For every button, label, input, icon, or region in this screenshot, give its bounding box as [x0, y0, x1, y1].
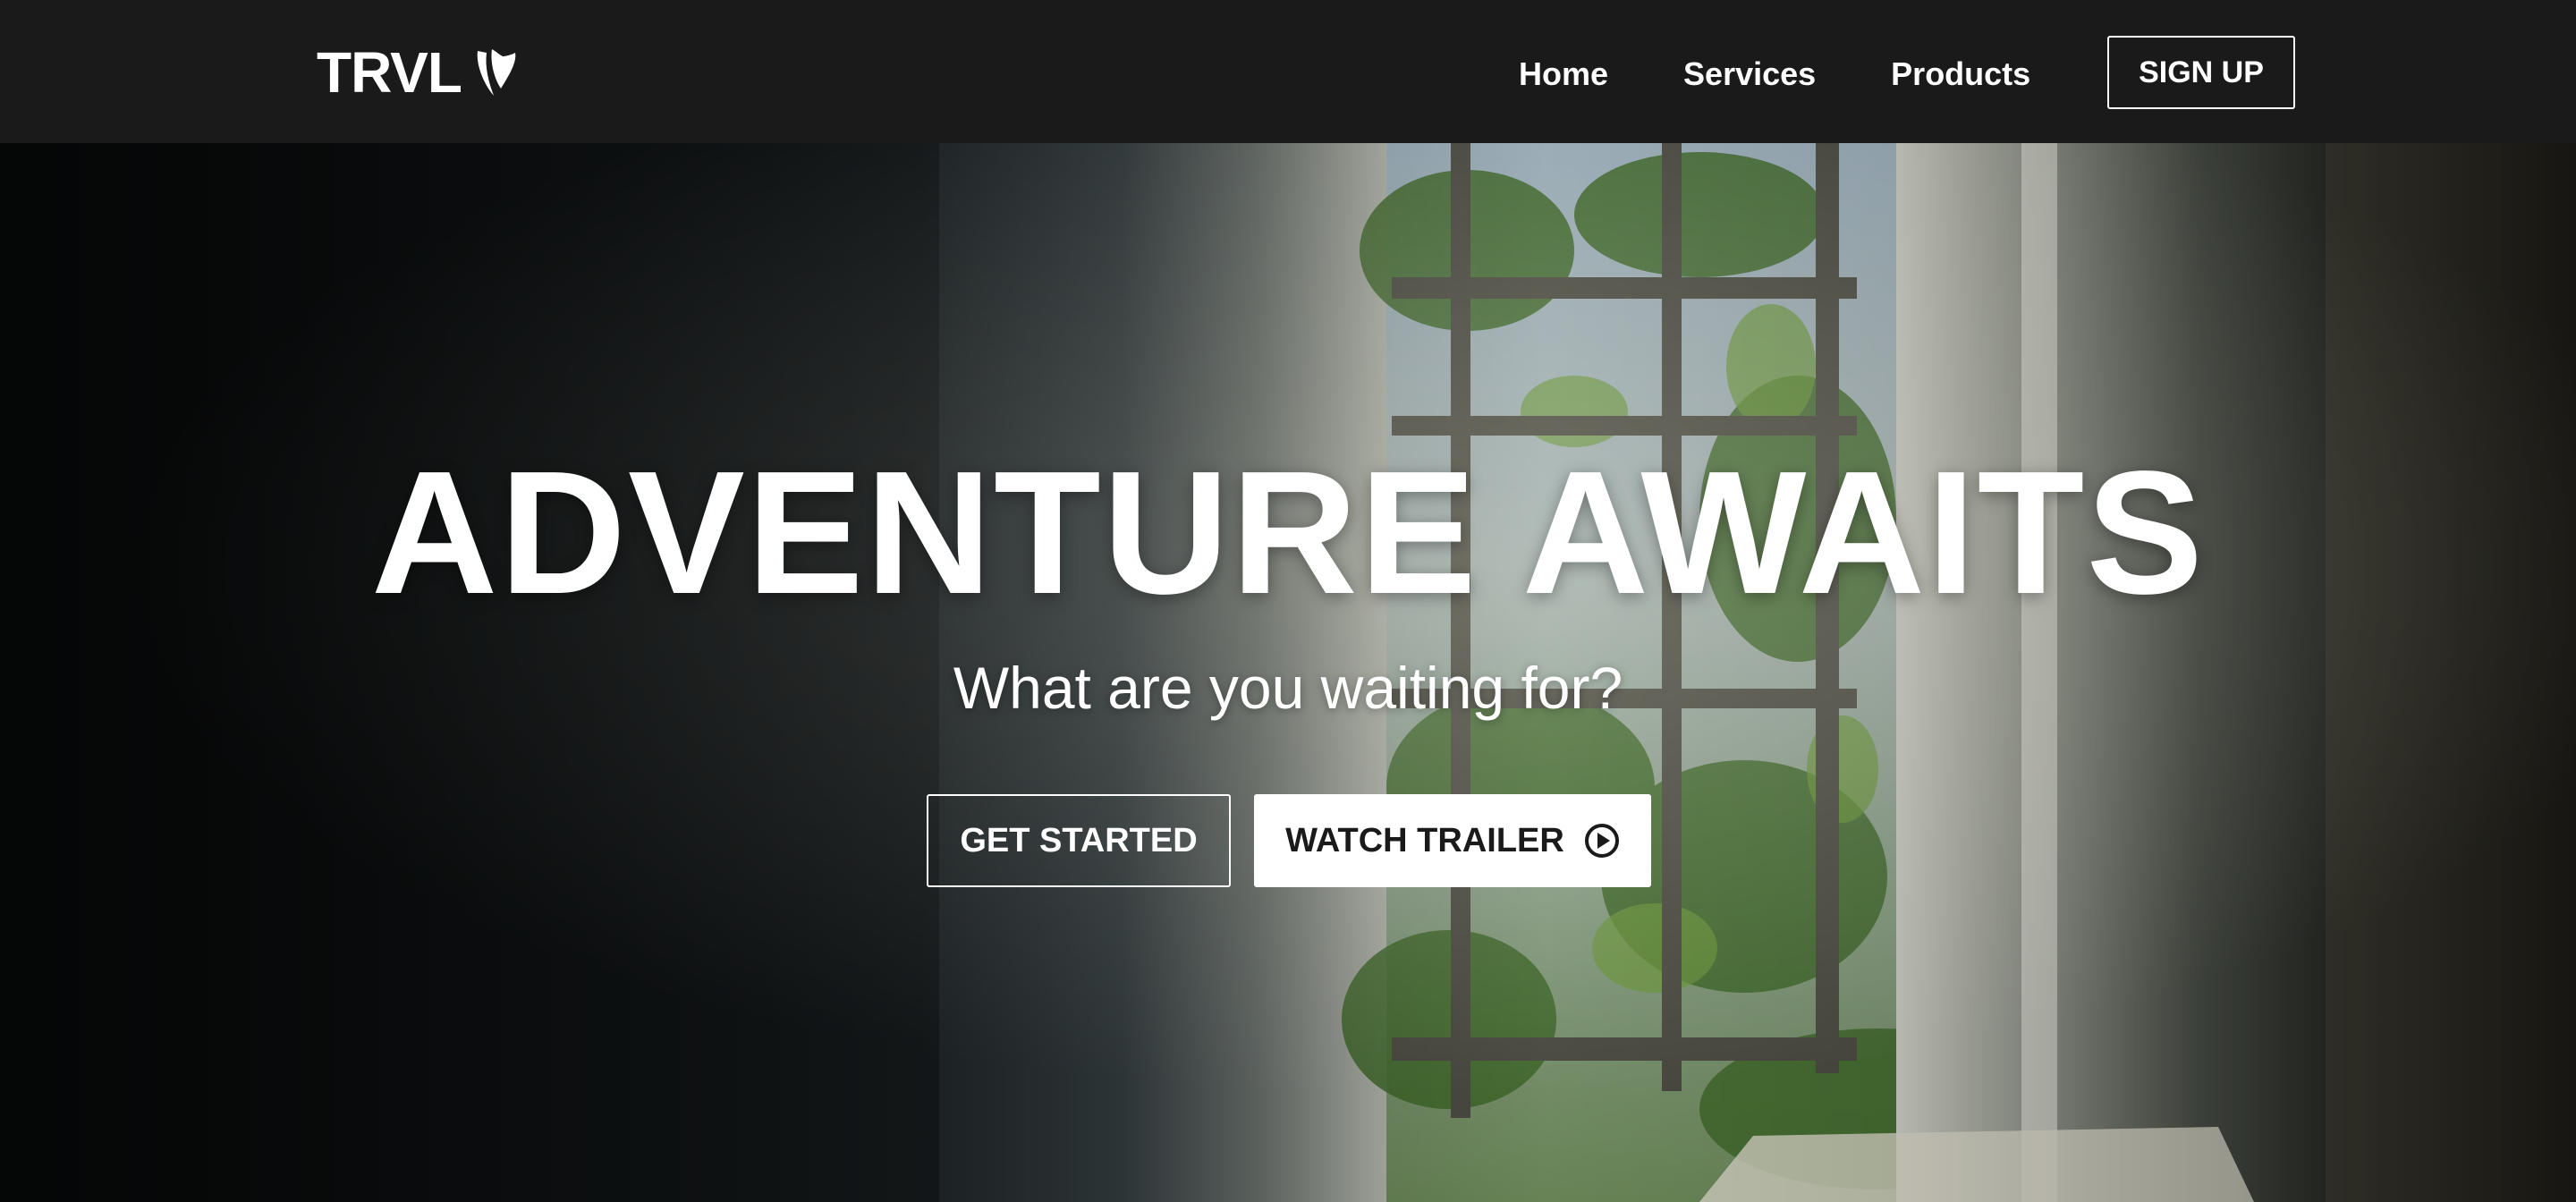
- nav-link-products[interactable]: Products: [1891, 55, 2030, 93]
- logo-text: TRVL: [317, 40, 462, 105]
- play-circle-icon: [1584, 823, 1620, 859]
- signup-button[interactable]: SIGN UP: [2107, 36, 2295, 109]
- typo3-shield-icon: [474, 47, 519, 97]
- nav-link-services[interactable]: Services: [1683, 55, 1816, 93]
- get-started-label: GET STARTED: [960, 821, 1198, 859]
- get-started-button[interactable]: GET STARTED: [927, 794, 1231, 887]
- navbar: TRVL Home Services Products SIGN UP: [0, 0, 2576, 143]
- hero-section: ADVENTURE AWAITS What are you waiting fo…: [0, 143, 2576, 1202]
- main-nav: Home Services Products: [1519, 52, 2030, 97]
- hero-actions: GET STARTED WATCH TRAILER: [927, 794, 1651, 887]
- nav-link-home[interactable]: Home: [1519, 55, 1608, 93]
- watch-trailer-label: WATCH TRAILER: [1285, 821, 1564, 859]
- hero-title: ADVENTURE AWAITS: [370, 435, 2206, 631]
- watch-trailer-button[interactable]: WATCH TRAILER: [1254, 794, 1651, 887]
- logo[interactable]: TRVL: [317, 41, 519, 104]
- hero-subtitle: What are you waiting for?: [953, 655, 1623, 721]
